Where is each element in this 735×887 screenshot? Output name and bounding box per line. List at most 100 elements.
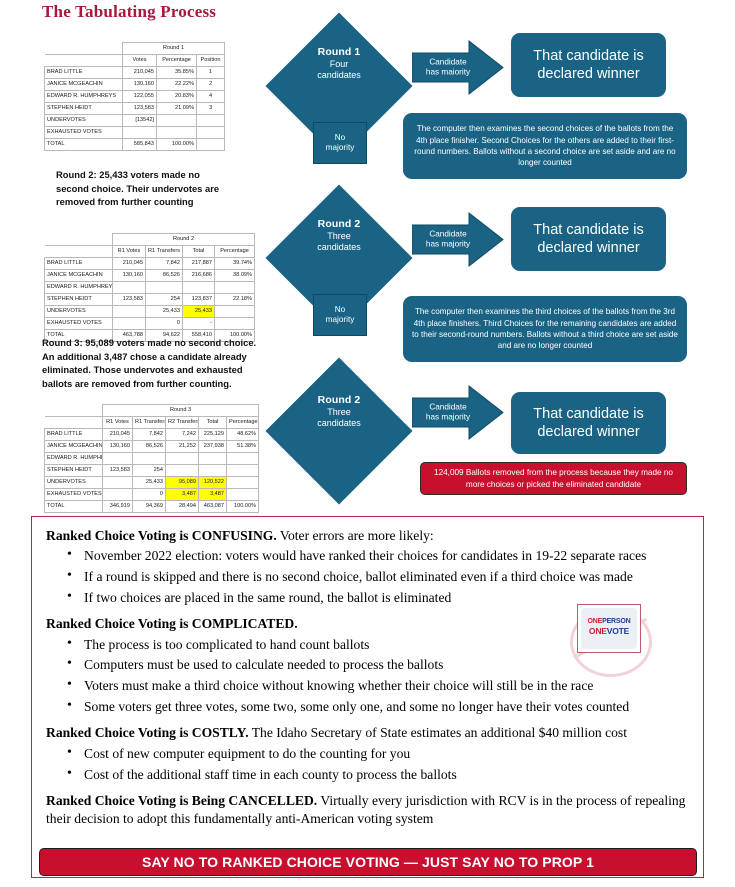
round3-decision-label: Round 2 Three candidates bbox=[279, 394, 399, 429]
column-header-cell: R1 Votes bbox=[102, 416, 133, 429]
list-item: November 2022 election: voters would hav… bbox=[67, 546, 689, 565]
percentage-cell: 100.00% bbox=[225, 500, 260, 513]
arrow-label-3-text: Candidate has majority bbox=[425, 401, 471, 422]
group-header-cell: Round 2 bbox=[111, 233, 256, 246]
explain-box-1: The computer then examines the second ch… bbox=[403, 113, 687, 179]
argument-heading: Ranked Choice Voting is Being CANCELLED.… bbox=[46, 792, 689, 827]
column-header-cell: R1 Votes bbox=[112, 245, 146, 258]
column-header-cell bbox=[44, 245, 113, 258]
row-label-cell: EDWARD R. HUMPHREYS bbox=[44, 452, 103, 465]
percentage-cell bbox=[156, 126, 197, 139]
position-cell: 1 bbox=[196, 66, 225, 79]
logo-one-2: ONE bbox=[588, 626, 607, 636]
percentage-cell bbox=[213, 305, 256, 318]
total-cell: 120,522 bbox=[198, 476, 227, 489]
row-label-cell: JANICE MCGEACHIN bbox=[44, 440, 103, 453]
table-row: TOTAL 585,843 100.00% bbox=[44, 138, 225, 151]
row-label-cell: TOTAL bbox=[44, 138, 123, 151]
percentage-cell: 22.22% bbox=[156, 78, 197, 91]
r1-transfers-cell bbox=[145, 281, 183, 294]
r1-votes-cell bbox=[102, 476, 133, 489]
row-label-cell: UNDERVOTES bbox=[44, 114, 123, 127]
percentage-cell: 35.85% bbox=[156, 66, 197, 79]
explain-box-2-text: The computer then examines the third cho… bbox=[412, 307, 678, 351]
percentage-cell bbox=[225, 488, 260, 501]
r1-votes-cell: 346,919 bbox=[102, 500, 133, 513]
percentage-cell bbox=[225, 464, 260, 477]
argument-bullet-list: November 2022 election: voters would hav… bbox=[46, 546, 689, 606]
column-header-cell: Percentage bbox=[213, 245, 256, 258]
explain-box-2: The computer then examines the third cho… bbox=[403, 296, 687, 362]
no-majority-box-1-text: No majority bbox=[325, 132, 355, 152]
percentage-cell bbox=[156, 114, 197, 127]
r1-votes-cell bbox=[112, 281, 146, 294]
list-item: If a round is skipped and there is no se… bbox=[67, 567, 689, 586]
r1-transfers-cell: 0 bbox=[145, 317, 183, 330]
group-header-cell: Round 1 bbox=[122, 42, 225, 55]
r1-votes-cell: 130,160 bbox=[112, 269, 146, 282]
call-to-action-banner[interactable]: SAY NO TO RANKED CHOICE VOTING — JUST SA… bbox=[39, 848, 697, 876]
r1-transfers-cell: 25,433 bbox=[132, 476, 166, 489]
r1-votes-cell bbox=[112, 305, 146, 318]
table-row: JANICE MCGEACHIN 130,160 22.22% 2 bbox=[44, 78, 225, 91]
percentage-cell: 21.09% bbox=[156, 102, 197, 115]
column-header-cell: R2 Transfers bbox=[165, 416, 199, 429]
table-row: UNDERVOTES 25,433 25,433 bbox=[44, 305, 256, 318]
r1-transfers-cell bbox=[132, 452, 166, 465]
no-majority-box-1: No majority bbox=[313, 122, 367, 164]
poster-page: The Tabulating Process Round 1 Votes Perce… bbox=[0, 0, 735, 887]
position-cell: 4 bbox=[196, 90, 225, 103]
row-label-cell: EXHAUSTED VOTES bbox=[44, 126, 123, 139]
row-label-cell: JANICE MCGEACHIN bbox=[44, 78, 123, 91]
percentage-cell: 38.09% bbox=[213, 269, 256, 282]
table-row: EXHAUSTED VOTES 0 3,487 3,487 bbox=[44, 488, 260, 501]
list-item: Cost of new computer equipment to do the… bbox=[67, 744, 689, 763]
row-label-cell: EDWARD R. HUMPHREYS bbox=[44, 281, 113, 294]
arguments-panel: Ranked Choice Voting is CONFUSING. Voter… bbox=[31, 516, 704, 878]
explain-box-1-text: The computer then examines the second ch… bbox=[414, 124, 676, 168]
row-label-cell: BRAD LITTLE bbox=[44, 428, 103, 441]
percentage-cell bbox=[213, 317, 256, 330]
votes-cell: [13542] bbox=[122, 114, 157, 127]
table-row: BRAD LITTLE 210,045 7,842 217,887 39.74% bbox=[44, 257, 256, 270]
round2-table: Round 2 R1 Votes R1 Transfers Total Percenta… bbox=[44, 233, 256, 342]
r2-transfers-cell bbox=[165, 464, 199, 477]
round1-diamond-title: Round 1 bbox=[317, 46, 361, 58]
arguments-list: Ranked Choice Voting is CONFUSING. Voter… bbox=[32, 517, 703, 827]
round1-diamond-subtitle: Four candidates bbox=[317, 58, 361, 80]
argument-bullet-list: Cost of new computer equipment to do the… bbox=[46, 744, 689, 783]
spacer-cell bbox=[44, 42, 123, 55]
round3-decision-diamond bbox=[265, 357, 413, 505]
arrow-label-1: Candidate has maiority bbox=[414, 40, 474, 95]
column-header-cell: Total bbox=[182, 245, 215, 258]
arrow-label-3: Candidate has majority bbox=[414, 385, 474, 440]
logo-line-1: ONEPERSON bbox=[578, 618, 640, 625]
r2-transfers-cell: 7,242 bbox=[165, 428, 199, 441]
spacer-cell bbox=[44, 404, 103, 417]
r1-votes-cell: 123,583 bbox=[102, 464, 133, 477]
r1-votes-cell: 130,160 bbox=[102, 440, 133, 453]
removed-ballots-box: 124,009 Ballots removed from the process… bbox=[420, 462, 687, 495]
arrow-label-1-text: Candidate has maiority bbox=[425, 56, 471, 77]
call-to-action-text: SAY NO TO RANKED CHOICE VOTING — JUST SA… bbox=[142, 854, 594, 870]
row-label-cell: TOTAL bbox=[44, 500, 103, 513]
removed-ballots-text: 124,009 Ballots removed from the process… bbox=[434, 468, 673, 489]
r1-votes-cell: 210,045 bbox=[102, 428, 133, 441]
logo-one-1: ONE bbox=[587, 618, 603, 625]
table-group-header-row: Round 3 bbox=[44, 404, 260, 417]
list-item: Computers must be used to calculate need… bbox=[67, 655, 689, 674]
logo-vote: VOTE bbox=[606, 626, 630, 636]
argument-heading-lead: Ranked Choice Voting is Being CANCELLED. bbox=[46, 793, 318, 809]
r1-transfers-cell: 7,842 bbox=[132, 428, 166, 441]
table-row: TOTAL 346,919 94,369 28,494 463,087 100.00% bbox=[44, 500, 260, 513]
percentage-cell: 51.38% bbox=[225, 440, 260, 453]
position-cell bbox=[196, 126, 225, 139]
column-header-cell bbox=[44, 416, 103, 429]
logo-line-2: ONEVOTE bbox=[578, 626, 640, 636]
position-cell: 2 bbox=[196, 78, 225, 91]
round3-narrative-lead: Round 3: bbox=[42, 337, 83, 348]
round3-diamond-subtitle: Three candidates bbox=[317, 406, 361, 428]
page-title: The Tabulating Process bbox=[42, 2, 217, 21]
table-group-header-row: Round 1 bbox=[44, 42, 225, 55]
table-row: EDWARD R. HUMPHREYS bbox=[44, 281, 256, 294]
